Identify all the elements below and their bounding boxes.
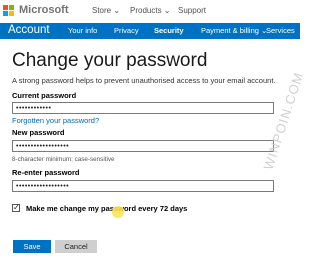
tab-your-info[interactable]: Your info [68,26,97,35]
tab-privacy[interactable]: Privacy [114,26,139,35]
tab-services[interactable]: Services [266,26,295,35]
forgot-password-link[interactable]: Forgotten your password? [12,116,99,125]
new-password-field[interactable]: •••••••••••••••••• [12,140,274,152]
expire-password-label[interactable]: Make me change my password every 72 days [26,204,187,213]
save-button[interactable]: Save [13,240,51,253]
nav-store[interactable]: Store ⌄ [92,6,120,15]
new-password-label: New password [12,128,65,137]
page-title: Change your password [12,50,208,71]
mouse-cursor-highlight [112,206,124,218]
site-header: Microsoft Store ⌄ Products ⌄ Support [0,0,300,24]
new-password-hint: 8-character minimum; case-sensitive [12,156,115,163]
expire-password-checkbox[interactable]: ✓ [12,204,20,212]
cancel-button[interactable]: Cancel [55,240,97,253]
current-password-label: Current password [12,91,77,100]
reenter-password-label: Re-enter password [12,168,80,177]
account-title[interactable]: Account [8,24,50,36]
account-nav-bar: Account Your info Privacy Security Payme… [0,23,300,39]
watermark-text: WINPOIN.COM [260,70,307,172]
nav-products[interactable]: Products ⌄ [130,6,171,15]
brand-name[interactable]: Microsoft [19,4,69,16]
current-password-field[interactable]: •••••••••••• [12,102,274,114]
tab-payment-billing[interactable]: Payment & billing ⌄ [201,26,267,35]
intro-text: A strong password helps to prevent unaut… [12,76,276,85]
tab-security[interactable]: Security [154,26,184,35]
nav-support[interactable]: Support [178,6,206,15]
reenter-password-field[interactable]: •••••••••••••••••• [12,180,274,192]
microsoft-logo-icon[interactable] [3,5,15,17]
